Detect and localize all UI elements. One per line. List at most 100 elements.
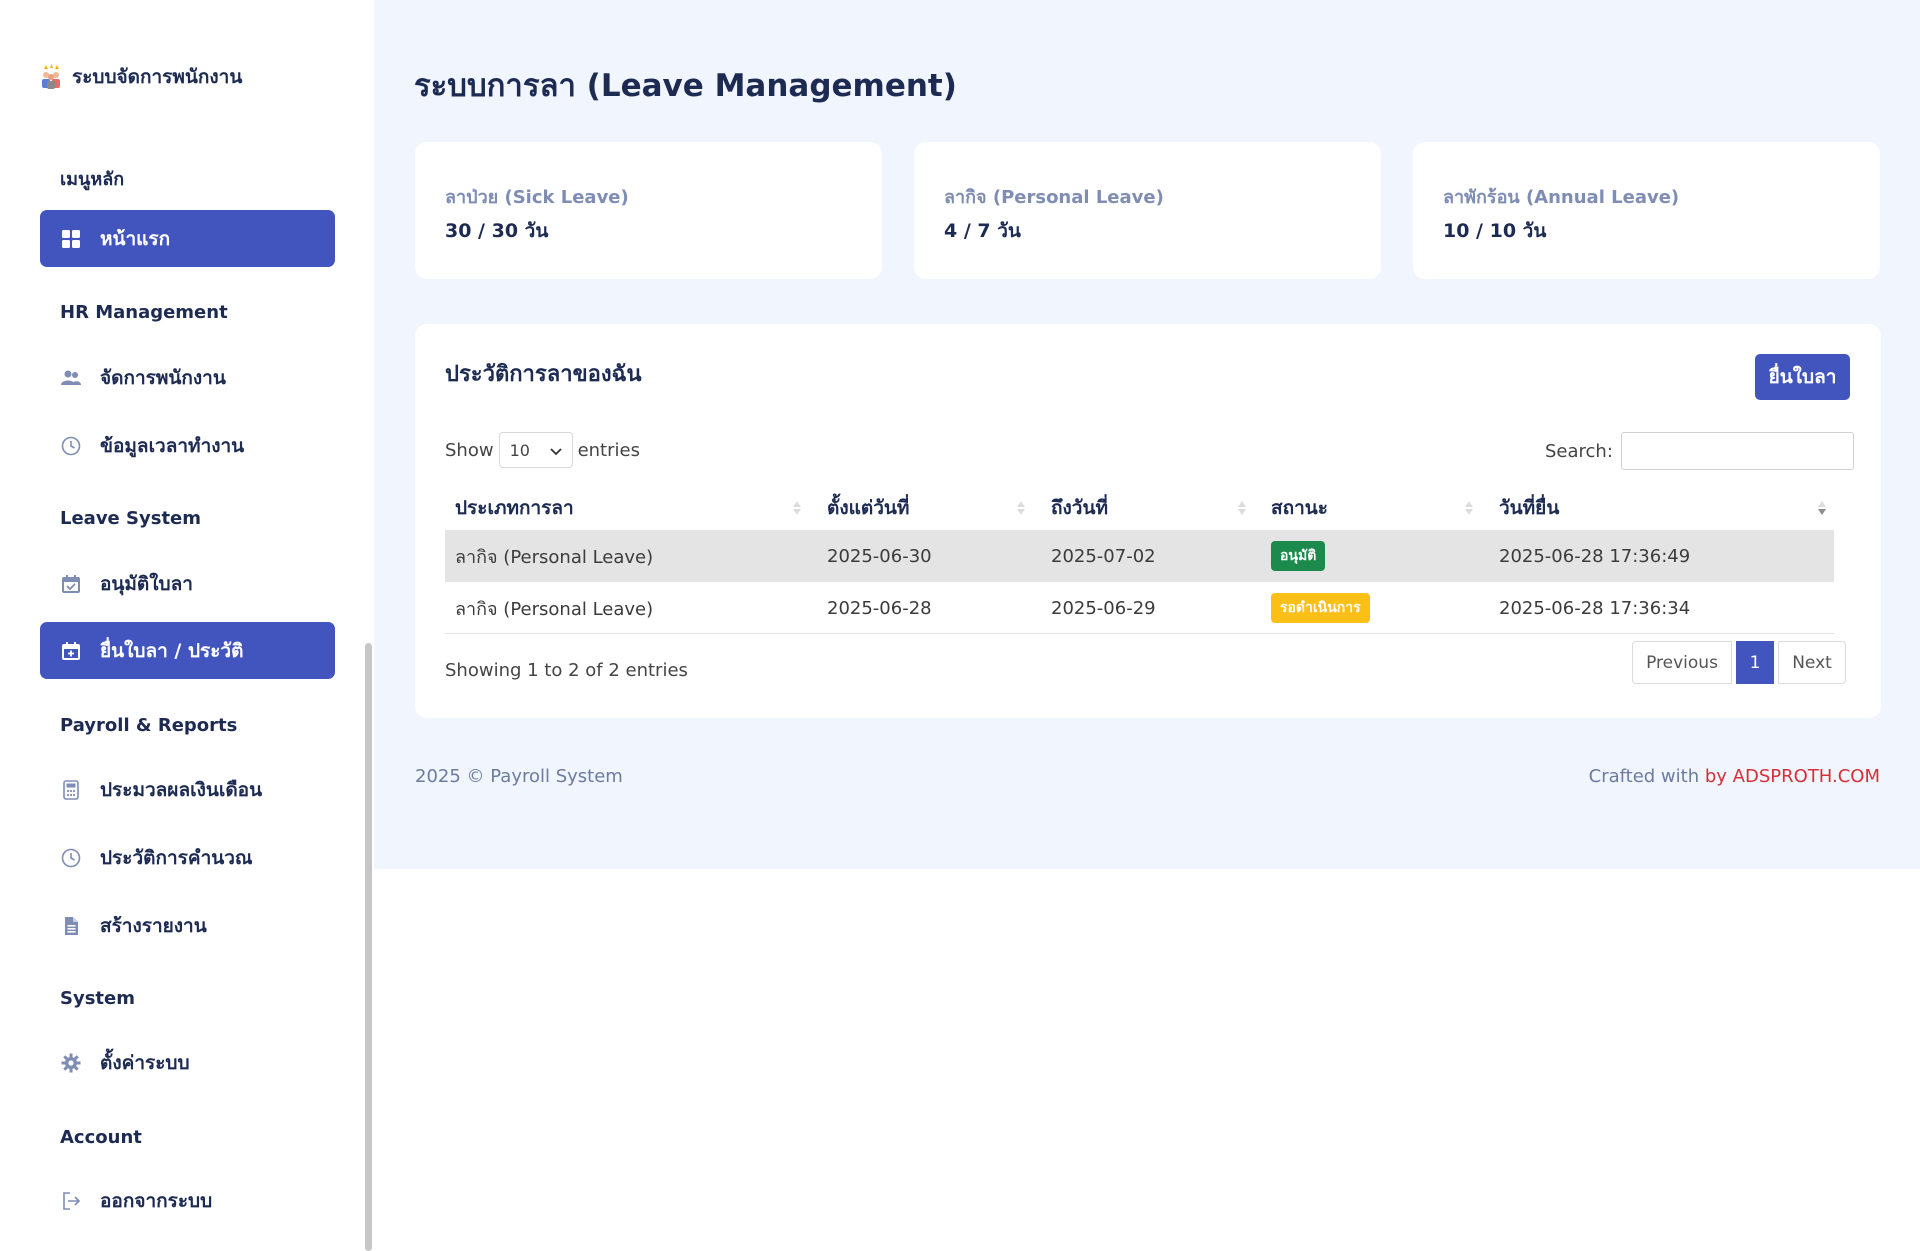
logout-icon: [60, 1190, 82, 1212]
column-header-status[interactable]: สถานะ: [1271, 486, 1328, 530]
section-main-menu: เมนูหลัก: [60, 169, 125, 190]
sidebar-item-logout[interactable]: ออกจากระบบ: [40, 1172, 335, 1229]
apply-leave-button[interactable]: ยื่นใบลา: [1755, 354, 1850, 400]
chevron-down-icon: [549, 441, 562, 460]
sort-icon: [1017, 501, 1025, 515]
cell-type: ลากิจ (Personal Leave): [455, 598, 654, 620]
section-leave-system: Leave System: [60, 508, 202, 529]
status-badge: อนุมัติ: [1271, 541, 1326, 571]
cell-type: ลากิจ (Personal Leave): [455, 546, 654, 568]
dashboard-grid-icon: [60, 228, 82, 250]
footer-credit: Crafted with by ADSPROTH.COM: [1589, 766, 1880, 787]
file-report-icon: [60, 915, 82, 937]
sidebar-item-label: จัดการพนักงาน: [100, 366, 226, 389]
sidebar-item-home[interactable]: หน้าแรก: [40, 210, 335, 267]
cell-status: รอดำเนินการ: [1271, 582, 1370, 634]
column-header-from[interactable]: ตั้งแต่วันที่: [827, 486, 909, 530]
search-input[interactable]: [1620, 432, 1854, 470]
entries-select[interactable]: 10: [498, 432, 573, 468]
table-row[interactable]: ลากิจ (Personal Leave) 2025-06-28 2025-0…: [445, 582, 1834, 634]
cell-to: 2025-07-02: [1051, 545, 1156, 567]
column-header-type[interactable]: ประเภทการลา: [455, 486, 574, 530]
sidebar-item-label: ประมวลผลเงินเดือน: [100, 778, 263, 801]
sidebar-item-reports[interactable]: สร้างรายงาน: [40, 897, 335, 954]
footer-copyright: 2025 © Payroll System: [415, 766, 623, 787]
sidebar-item-payroll-process[interactable]: ประมวลผลเงินเดือน: [40, 761, 335, 818]
column-header-label: ตั้งแต่วันที่: [827, 497, 910, 519]
section-account: Account: [60, 1127, 142, 1148]
entries-select-value: 10: [509, 440, 530, 460]
stat-label: ลาป่วย (Sick Leave): [445, 187, 629, 208]
sidebar-item-label: ออกจากระบบ: [100, 1189, 213, 1212]
card-title: ประวัติการลาของฉัน: [445, 362, 642, 387]
sidebar-item-label: ข้อมูลเวลาทำงาน: [100, 434, 245, 457]
footer-credit-prefix: Crafted with: [1588, 766, 1700, 787]
calendar-plus-icon: [60, 640, 82, 662]
brand[interactable]: ระบบจัดการพนักงาน: [38, 62, 242, 92]
entries-label: entries: [577, 439, 640, 461]
column-header-label: ถึงวันที่: [1051, 497, 1108, 519]
sidebar-item-label: ตั้งค่าระบบ: [100, 1051, 190, 1074]
sidebar-item-calc-history[interactable]: ประวัติการคำนวณ: [40, 829, 335, 886]
sidebar-item-label: ยื่นใบลา / ประวัติ: [100, 639, 244, 662]
entries-length-control: Show 10 entries: [445, 432, 640, 468]
sidebar-item-approve-leave[interactable]: อนุมัติใบลา: [40, 555, 335, 612]
stat-card-sick-leave: ลาป่วย (Sick Leave) 30 / 30 วัน: [415, 142, 882, 279]
sidebar-item-request-leave[interactable]: ยื่นใบลา / ประวัติ: [40, 622, 335, 679]
show-label: Show: [445, 439, 494, 461]
sidebar-scrollbar[interactable]: [365, 643, 372, 1251]
stat-value: 10 / 10 วัน: [1443, 220, 1547, 242]
cell-status: อนุมัติ: [1271, 530, 1326, 582]
column-header-label: วันที่ยื่น: [1499, 497, 1560, 519]
sort-icon: [793, 501, 801, 515]
sort-desc-icon: [1818, 501, 1826, 515]
sort-icon: [1238, 501, 1246, 515]
team-logo-icon: [38, 64, 64, 90]
users-icon: [60, 367, 82, 389]
stat-label: ลาพักร้อน (Annual Leave): [1443, 187, 1680, 208]
cell-to: 2025-06-29: [1051, 597, 1156, 619]
table-search: Search:: [1545, 432, 1854, 470]
pagination-previous[interactable]: Previous: [1632, 641, 1732, 684]
sidebar-item-label: อนุมัติใบลา: [100, 572, 193, 595]
section-hr-management: HR Management: [60, 302, 228, 323]
sidebar-item-label: สร้างรายงาน: [100, 914, 207, 937]
stat-card-annual-leave: ลาพักร้อน (Annual Leave) 10 / 10 วัน: [1413, 142, 1880, 279]
main-content: ระบบการลา (Leave Management) ลาป่วย (Sic…: [374, 0, 1920, 869]
status-badge: รอดำเนินการ: [1271, 593, 1370, 623]
history-clock-icon: [60, 847, 82, 869]
pagination-next[interactable]: Next: [1778, 641, 1846, 684]
stat-label: ลากิจ (Personal Leave): [944, 187, 1164, 208]
sort-icon: [1465, 501, 1473, 515]
sidebar-item-settings[interactable]: ตั้งค่าระบบ: [40, 1034, 335, 1091]
column-header-to[interactable]: ถึงวันที่: [1051, 486, 1108, 530]
column-header-label: สถานะ: [1271, 497, 1328, 519]
sidebar-item-label: หน้าแรก: [100, 227, 171, 250]
stat-card-personal-leave: ลากิจ (Personal Leave) 4 / 7 วัน: [914, 142, 1381, 279]
calculator-icon: [60, 779, 82, 801]
table-info: Showing 1 to 2 of 2 entries: [445, 660, 688, 681]
stat-value: 30 / 30 วัน: [445, 220, 549, 242]
cell-from: 2025-06-30: [827, 545, 932, 567]
calendar-check-icon: [60, 573, 82, 595]
pagination: Previous 1 Next: [1632, 641, 1846, 684]
pagination-page-current[interactable]: 1: [1736, 641, 1774, 684]
sidebar-item-worktime[interactable]: ข้อมูลเวลาทำงาน: [40, 417, 335, 474]
brand-name: ระบบจัดการพนักงาน: [72, 66, 243, 88]
cell-from: 2025-06-28: [827, 597, 932, 619]
sidebar: ระบบจัดการพนักงาน เมนูหลัก หน้าแรก HR Ma…: [0, 0, 374, 1251]
table-header: ประเภทการลา ตั้งแต่วันที่ ถึงวันที่ สถาน…: [445, 486, 1834, 530]
leave-history-card: ประวัติการลาของฉัน ยื่นใบลา Show 10 entr…: [415, 324, 1881, 718]
sidebar-item-employees[interactable]: จัดการพนักงาน: [40, 349, 335, 406]
sidebar-item-label: ประวัติการคำนวณ: [100, 846, 253, 869]
gear-icon: [60, 1052, 82, 1074]
page-title: ระบบการลา (Leave Management): [414, 68, 957, 104]
table-row[interactable]: ลากิจ (Personal Leave) 2025-06-30 2025-0…: [445, 530, 1834, 582]
search-label: Search:: [1545, 440, 1613, 462]
section-system: System: [60, 988, 135, 1009]
footer-credit-link[interactable]: by ADSPROTH.COM: [1705, 766, 1880, 787]
column-header-submitted[interactable]: วันที่ยื่น: [1499, 486, 1559, 530]
cell-submitted: 2025-06-28 17:36:34: [1499, 597, 1691, 619]
section-payroll-reports: Payroll & Reports: [60, 715, 238, 736]
clock-icon: [60, 435, 82, 457]
